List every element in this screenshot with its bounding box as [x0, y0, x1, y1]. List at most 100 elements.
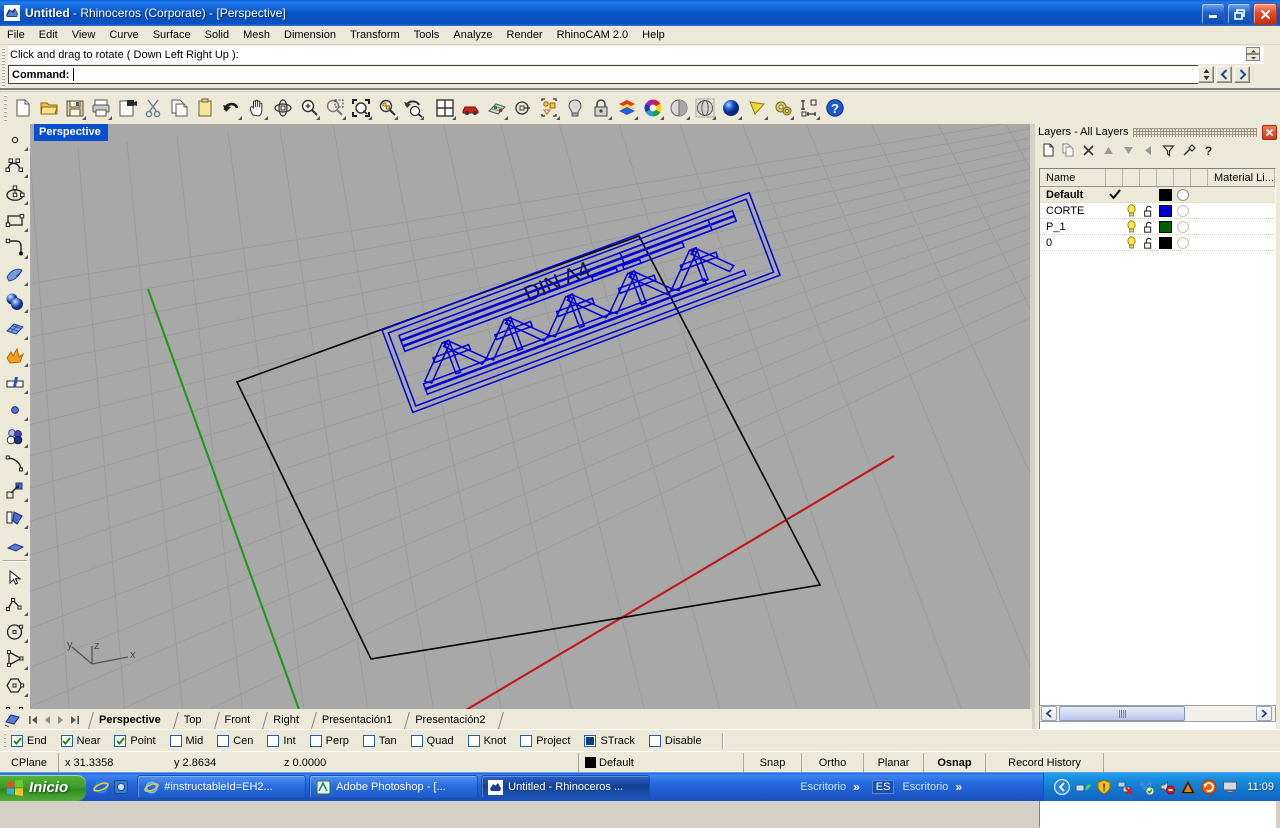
lock-icon[interactable]: [588, 94, 614, 122]
layer-material-circle[interactable]: [1174, 219, 1191, 234]
explode-icon[interactable]: [1, 342, 29, 369]
hide-arrow-icon[interactable]: [1054, 779, 1071, 795]
command-prev-icon[interactable]: [1216, 66, 1232, 83]
layer-color-swatch[interactable]: [1157, 235, 1174, 250]
ellipse-icon[interactable]: [1, 180, 29, 207]
table-row[interactable]: Default: [1040, 187, 1275, 203]
status-current-layer[interactable]: Default: [578, 753, 743, 772]
copy-icon[interactable]: [166, 94, 192, 122]
taskbar-item-rhinoceros[interactable]: Untitled - Rhinoceros ...: [481, 775, 651, 799]
osnap-disable[interactable]: Disable: [648, 735, 702, 747]
unlock-icon[interactable]: [1140, 235, 1157, 250]
named-cplane-icon[interactable]: [510, 94, 536, 122]
menu-item-file[interactable]: File: [0, 27, 32, 43]
layer-linetype[interactable]: [1191, 235, 1208, 250]
osnap-cen[interactable]: Cen: [217, 735, 253, 747]
close-icon[interactable]: [1253, 3, 1277, 25]
circle-icon[interactable]: [1, 618, 29, 645]
material-circle-icon[interactable]: [1176, 236, 1189, 249]
column-header-material-li[interactable]: Material Li...: [1208, 169, 1275, 186]
menu-item-curve[interactable]: Curve: [102, 27, 145, 43]
layer-name[interactable]: Default: [1040, 187, 1106, 202]
menu-item-edit[interactable]: Edit: [32, 27, 65, 43]
menu-item-render[interactable]: Render: [500, 27, 550, 43]
checkbox-disable[interactable]: [648, 735, 661, 747]
color-wheel-icon[interactable]: [640, 94, 666, 122]
layer-material-circle[interactable]: [1174, 235, 1191, 250]
two-points-icon[interactable]: [1, 423, 29, 450]
column-header-color[interactable]: [1157, 169, 1174, 186]
layer-lock-toggle[interactable]: [1140, 187, 1157, 202]
color-swatch[interactable]: [1159, 188, 1172, 201]
rotate-view-icon[interactable]: [270, 94, 296, 122]
render-sphere-icon[interactable]: [718, 94, 744, 122]
osnap-mid[interactable]: Mid: [169, 735, 203, 747]
tab-presentacion1[interactable]: Presentación1: [316, 711, 400, 729]
tab-first-icon[interactable]: [26, 711, 40, 729]
tab-right[interactable]: Right: [267, 711, 307, 729]
menu-item-tools[interactable]: Tools: [407, 27, 447, 43]
chevron-right-icon[interactable]: »: [955, 780, 962, 794]
zoom-previous-icon[interactable]: [400, 94, 426, 122]
column-header-material[interactable]: [1174, 169, 1191, 186]
layer-linetype[interactable]: [1191, 219, 1208, 234]
tab-perspective[interactable]: Perspective: [93, 711, 169, 729]
checkbox-quad[interactable]: [410, 735, 423, 747]
color-swatch[interactable]: [1159, 236, 1172, 249]
material-circle-icon[interactable]: [1176, 204, 1189, 217]
copy-to-clipboard-icon[interactable]: [114, 94, 140, 122]
cut-icon[interactable]: [140, 94, 166, 122]
desktop-toolbar-label-1[interactable]: Escritorio: [800, 781, 846, 793]
checkbox-point[interactable]: [114, 735, 127, 747]
pan-hand-icon[interactable]: [244, 94, 270, 122]
polyline-icon[interactable]: [1, 591, 29, 618]
point-icon[interactable]: [1, 126, 29, 153]
sound-muted-icon[interactable]: [1159, 779, 1176, 795]
dimension-icon[interactable]: [796, 94, 822, 122]
layer-material-circle[interactable]: [1174, 187, 1191, 202]
command-next-icon[interactable]: [1234, 66, 1250, 83]
material-circle-icon[interactable]: [1176, 220, 1189, 233]
move-down-icon[interactable]: [1119, 142, 1138, 159]
zoom-window-icon[interactable]: [322, 94, 348, 122]
command-area-grip[interactable]: [2, 48, 5, 88]
layer-name[interactable]: P_1: [1040, 219, 1106, 234]
taskbar-item-photoshop[interactable]: Adobe Photoshop - [...: [309, 775, 479, 799]
layer-linetype[interactable]: [1191, 187, 1208, 202]
chevron-right-icon[interactable]: »: [853, 780, 860, 794]
color-swatch[interactable]: [1159, 204, 1172, 217]
layers-panel-drag-grip[interactable]: [1133, 127, 1257, 137]
current-layer-check-icon[interactable]: [1106, 235, 1123, 250]
layer-material-name[interactable]: [1208, 203, 1275, 218]
warning-shield-icon[interactable]: [1096, 779, 1112, 795]
checkbox-end[interactable]: [11, 735, 23, 747]
current-layer-check-icon[interactable]: [1106, 219, 1123, 234]
current-layer-check-icon[interactable]: [1106, 187, 1123, 202]
zoom-selected-icon[interactable]: [374, 94, 400, 122]
paste-icon[interactable]: [192, 94, 218, 122]
new-file-icon[interactable]: [10, 94, 36, 122]
spinner-up-icon[interactable]: [1246, 47, 1260, 54]
menu-item-view[interactable]: View: [65, 27, 103, 43]
undo-icon[interactable]: [218, 94, 244, 122]
save-file-icon[interactable]: [62, 94, 88, 122]
tab-presentacion2[interactable]: Presentación2: [409, 711, 493, 729]
scroll-right-icon[interactable]: [1256, 706, 1272, 721]
column-header-linetype[interactable]: [1191, 169, 1208, 186]
rectangle-icon[interactable]: [1, 207, 29, 234]
menu-item-dimension[interactable]: Dimension: [277, 27, 343, 43]
layer-linetype[interactable]: [1191, 203, 1208, 218]
layer-tools-icon[interactable]: [1179, 142, 1198, 159]
menu-item-mesh[interactable]: Mesh: [236, 27, 277, 43]
osnap-project[interactable]: Project: [520, 735, 570, 747]
checkbox-int[interactable]: [267, 735, 280, 747]
network-disconnected-icon[interactable]: [1117, 779, 1133, 795]
menu-item-solid[interactable]: Solid: [198, 27, 236, 43]
fillet-corner-icon[interactable]: [1, 234, 29, 261]
layer-name[interactable]: CORTE: [1040, 203, 1106, 218]
extrude-icon[interactable]: [1, 531, 29, 558]
layer-color-swatch[interactable]: [1157, 187, 1174, 202]
point-cloud-icon[interactable]: [1, 396, 29, 423]
osnap-end[interactable]: End: [11, 735, 47, 747]
tab-front[interactable]: Front: [219, 711, 259, 729]
